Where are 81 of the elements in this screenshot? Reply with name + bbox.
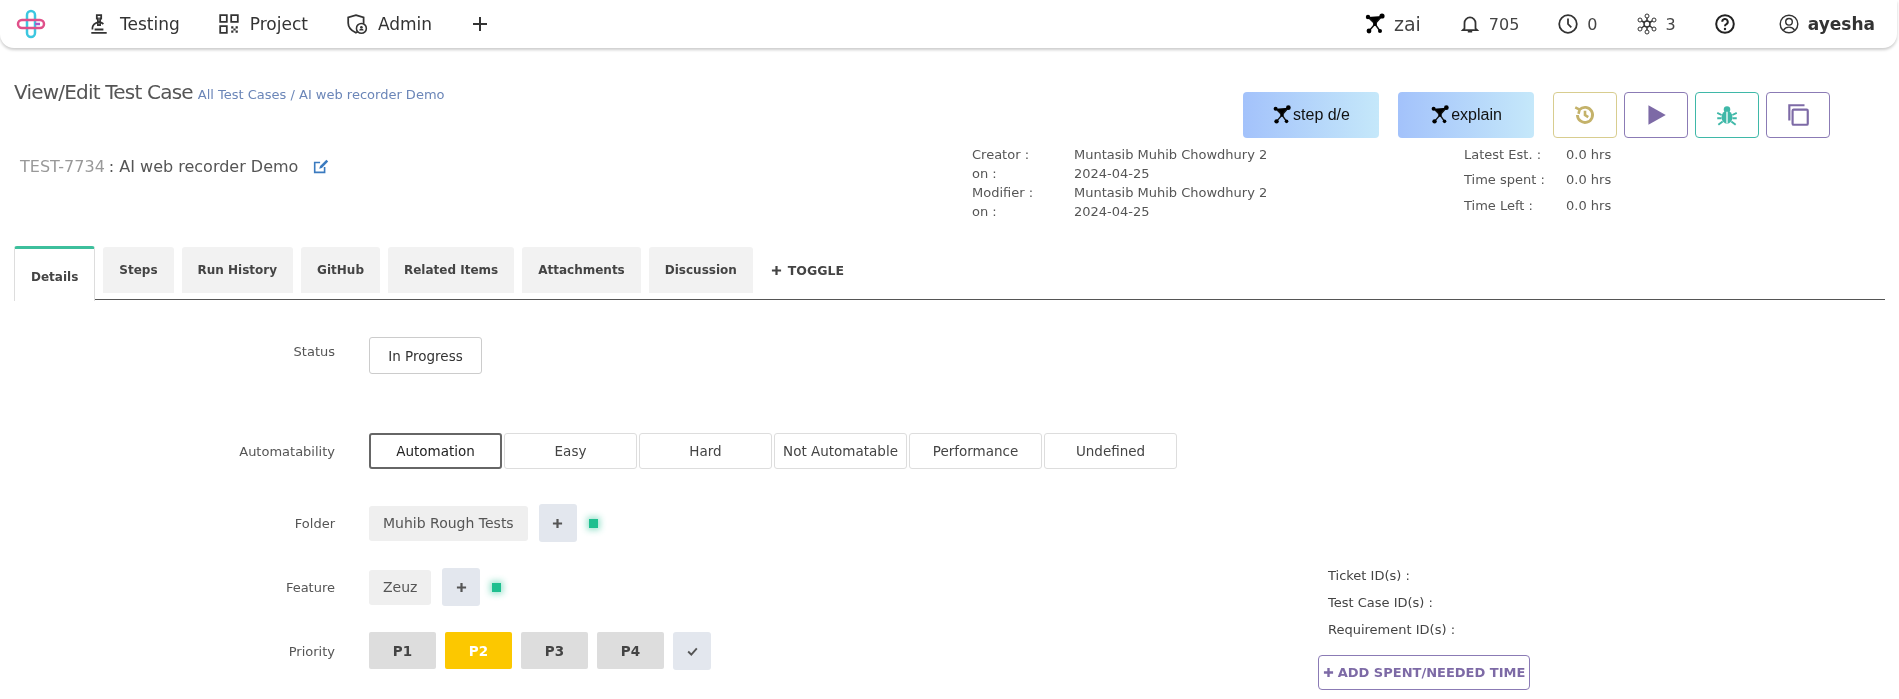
ai-action-button[interactable]: explain — [1398, 92, 1534, 138]
id-label: Ticket ID(s) : — [1327, 567, 1411, 585]
add-time-button[interactable]: ADD SPENT/NEEDED TIME — [1318, 655, 1530, 690]
tab[interactable]: Attachments — [522, 247, 641, 293]
status-button[interactable]: In Progress — [369, 337, 482, 374]
run-button[interactable] — [1624, 92, 1688, 138]
plus-icon — [770, 264, 782, 276]
folder-tag[interactable]: Muhib Rough Tests — [369, 505, 528, 541]
automatability-option[interactable]: Undefined — [1044, 433, 1177, 469]
field-label: Priority — [287, 643, 335, 659]
automatability-option[interactable]: Performance — [909, 433, 1042, 469]
microscope-icon — [88, 13, 110, 35]
status-link[interactable]: 705 — [1458, 13, 1520, 35]
tab[interactable]: Details — [14, 246, 96, 301]
tab[interactable]: Related Items — [387, 247, 515, 293]
add-button[interactable] — [538, 504, 577, 542]
network-nodes-icon — [1272, 105, 1293, 125]
time-label: Latest Est. : — [1464, 146, 1543, 164]
nav-link[interactable]: Project — [217, 13, 308, 35]
automatability-option[interactable]: Not Automatable — [774, 433, 907, 469]
id-label: Test Case ID(s) : — [1327, 594, 1434, 612]
test-case-name: : AI web recorder Demo — [108, 157, 299, 176]
automatability-option[interactable]: Hard — [639, 433, 772, 469]
check-icon — [686, 645, 698, 657]
copy-icon — [1785, 102, 1811, 128]
shield-user-icon — [345, 13, 368, 35]
network-nodes-icon — [1363, 13, 1386, 35]
history-button[interactable] — [1553, 92, 1617, 138]
edit-icon[interactable] — [312, 157, 331, 176]
field-label: Status — [292, 343, 335, 359]
automatability-option[interactable]: Easy — [504, 433, 637, 469]
field-label: Folder — [293, 515, 335, 531]
meta-label: Creator : — [972, 146, 1030, 164]
add-button[interactable] — [442, 568, 481, 606]
user-icon — [1777, 13, 1800, 35]
field-label: Automatability — [238, 443, 335, 459]
plus-icon — [1322, 667, 1334, 678]
copy-button[interactable] — [1766, 92, 1830, 138]
feature-tag[interactable]: Zeuz — [369, 569, 432, 605]
status-link[interactable]: zai — [1363, 13, 1421, 35]
priority-option[interactable]: P4 — [597, 632, 664, 669]
time-value: 0.0 hrs — [1566, 146, 1613, 164]
priority-option[interactable]: P3 — [521, 632, 588, 669]
priority-option[interactable]: P1 — [369, 632, 436, 669]
meta-label: on : — [972, 203, 998, 221]
user-menu[interactable]: ayesha — [1777, 13, 1875, 35]
time-label: Time Left : — [1464, 196, 1534, 215]
meta-value: Muntasib Muhib Chowdhury 2 — [1074, 184, 1269, 202]
nav-link[interactable]: Admin — [345, 13, 433, 35]
meta-label: on : — [972, 165, 998, 183]
time-value: 0.0 hrs — [1566, 171, 1613, 190]
status-link[interactable]: 0 — [1557, 13, 1598, 35]
clock-icon — [1557, 13, 1580, 35]
test-case-id: TEST-7734 — [20, 157, 105, 176]
qr-code-icon — [217, 13, 240, 35]
bug-button[interactable] — [1695, 92, 1759, 138]
field-label: Feature — [284, 579, 335, 595]
tab[interactable]: GitHub — [301, 247, 380, 293]
breadcrumb-link[interactable]: All Test Cases / AI web recorder Demo — [197, 87, 445, 102]
ai-action-button[interactable]: step d/e — [1243, 92, 1379, 138]
logo-icon[interactable] — [16, 9, 46, 39]
time-value: 0.0 hrs — [1566, 196, 1613, 215]
network-nodes-icon — [1430, 105, 1451, 125]
help-icon[interactable] — [1713, 13, 1736, 35]
status-link[interactable]: 3 — [1635, 13, 1676, 35]
page-title: View/Edit Test Case — [14, 80, 193, 104]
tab[interactable]: Discussion — [648, 247, 753, 293]
time-label: Time spent : — [1464, 171, 1546, 190]
meta-label: Modifier : — [972, 184, 1035, 202]
plus-icon — [455, 581, 467, 593]
nav-link[interactable]: Testing — [88, 13, 180, 35]
meta-value: 2024-04-25 — [1074, 165, 1151, 183]
meta-value: Muntasib Muhib Chowdhury 2 — [1074, 146, 1269, 164]
toggle-link[interactable]: TOGGLE — [770, 247, 844, 293]
automatability-option[interactable]: Automation — [369, 433, 502, 469]
hub-icon — [1635, 13, 1658, 35]
meta-value: 2024-04-25 — [1074, 203, 1151, 221]
id-label: Requirement ID(s) : — [1327, 621, 1456, 639]
tab[interactable]: Steps — [103, 247, 174, 293]
tab[interactable]: Run History — [181, 247, 294, 293]
plus-icon — [552, 517, 564, 529]
